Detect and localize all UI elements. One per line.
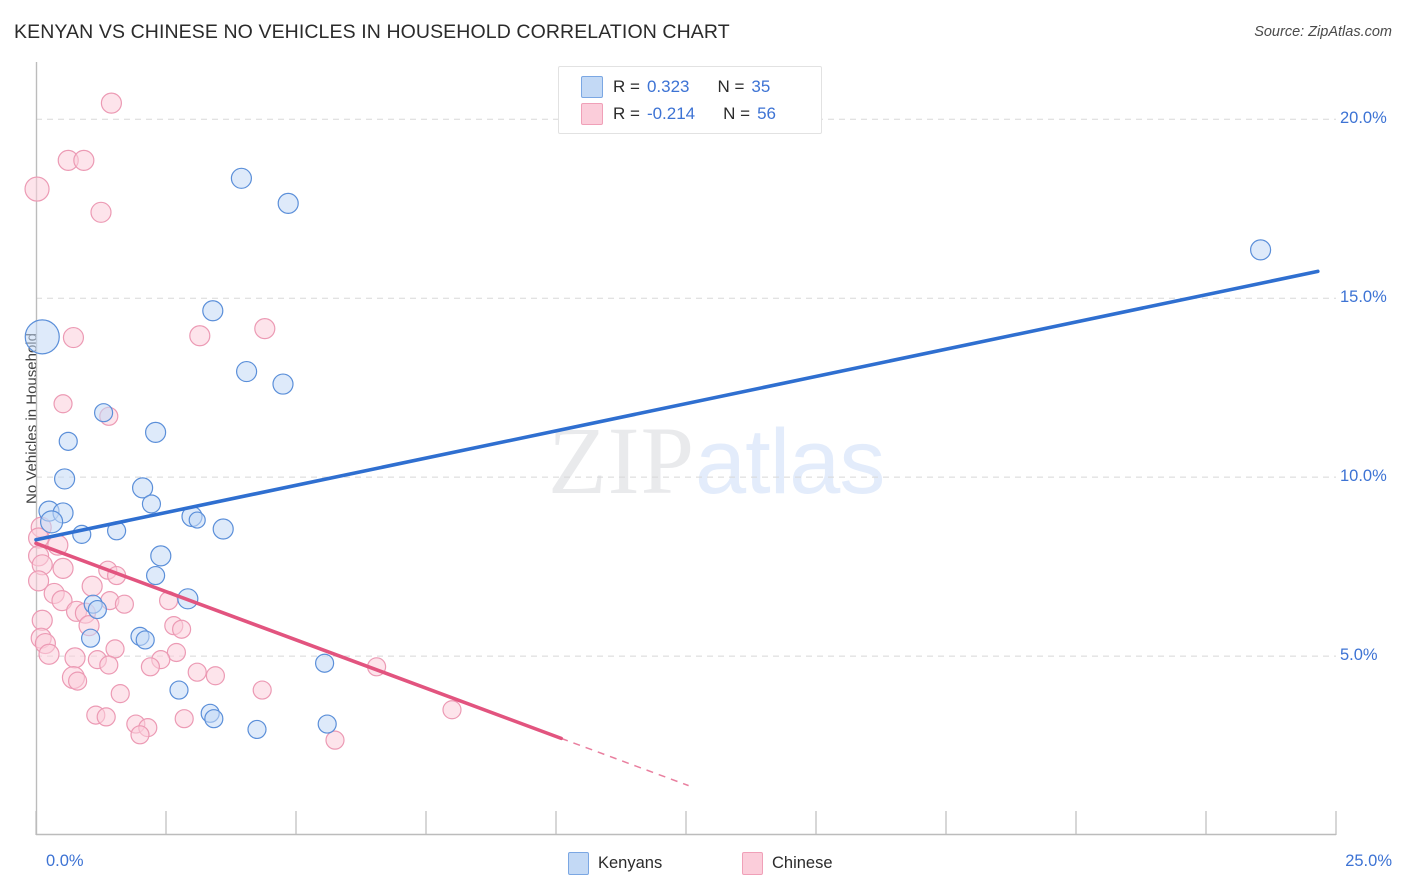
source-attribution: Source: ZipAtlas.com [1254, 24, 1392, 40]
correlation-legend-box: R = 0.323 N = 35 R = -0.214 N = 56 [558, 66, 822, 134]
n-value-pink: 56 [757, 104, 776, 123]
data-point [24, 176, 50, 202]
data-point [99, 655, 119, 675]
legend-swatch-kenyans [568, 852, 589, 875]
data-point [212, 518, 234, 540]
x-tick-label: 0.0% [46, 852, 84, 870]
y-tick-label: 20.0% [1340, 109, 1387, 128]
data-point [87, 599, 107, 620]
scatter-canvas [24, 62, 1337, 836]
legend-swatch-blue [581, 76, 603, 98]
data-point [204, 709, 224, 729]
series-chinese [24, 92, 462, 750]
data-point [96, 707, 116, 727]
data-point [150, 545, 172, 567]
trend-line-extension-chinese [560, 737, 689, 787]
series-kenyans [24, 167, 1272, 740]
data-point [144, 421, 167, 443]
legend-swatch-chinese [742, 852, 763, 875]
r-value-pink: -0.214 [646, 104, 696, 123]
data-point [140, 657, 161, 677]
r-label-blue: R = [613, 77, 640, 96]
trend-line-kenyans [34, 269, 1320, 542]
r-value-blue: 0.323 [646, 77, 690, 96]
data-point [90, 201, 112, 223]
data-point [141, 494, 162, 514]
y-tick-label: 15.0% [1340, 288, 1387, 307]
data-point [80, 628, 101, 648]
y-tick-label: 5.0% [1340, 646, 1378, 665]
data-point [247, 719, 267, 740]
data-point [81, 575, 103, 597]
data-point [62, 326, 85, 349]
data-point [38, 643, 60, 665]
data-point [169, 680, 189, 700]
data-point [135, 630, 155, 650]
data-point [1249, 239, 1272, 261]
data-point [317, 714, 337, 734]
data-point [172, 619, 192, 639]
r-label-pink: R = [613, 104, 640, 123]
plot-area [24, 62, 1337, 836]
data-point [100, 92, 123, 114]
data-point [442, 700, 462, 720]
legend-swatch-pink [581, 103, 603, 125]
data-point [277, 192, 299, 214]
y-tick-label: 10.0% [1340, 467, 1387, 486]
data-point [254, 318, 276, 340]
data-point [315, 653, 335, 673]
correlation-row-kenyans: R = 0.323 N = 35 [581, 73, 770, 101]
data-point [189, 325, 211, 347]
x-tick-label: 25.0% [1345, 852, 1392, 870]
data-point [52, 557, 74, 579]
data-point [93, 403, 114, 423]
data-point [40, 510, 64, 534]
data-point [272, 373, 294, 395]
n-value-blue: 35 [751, 77, 771, 96]
data-point [188, 511, 206, 529]
page-title: KENYAN VS CHINESE NO VEHICLES IN HOUSEHO… [14, 21, 730, 43]
correlation-row-chinese: R = -0.214 N = 56 [581, 100, 776, 128]
correlation-chart: KENYAN VS CHINESE NO VEHICLES IN HOUSEHO… [0, 0, 1406, 892]
data-point [114, 594, 135, 614]
data-point [73, 149, 95, 172]
n-label-pink: N = [723, 104, 751, 123]
legend-label-chinese: Chinese [772, 854, 833, 872]
data-point [145, 565, 166, 586]
data-point [58, 431, 78, 451]
legend-item-chinese[interactable]: Chinese [742, 852, 833, 875]
data-point [325, 730, 345, 750]
data-point [236, 360, 258, 383]
legend-item-kenyans[interactable]: Kenyans [568, 852, 662, 875]
data-point [252, 680, 272, 700]
data-point [67, 671, 88, 691]
legend-label-kenyans: Kenyans [598, 854, 663, 872]
data-point [54, 468, 76, 490]
data-point [174, 709, 194, 729]
data-point [130, 725, 150, 745]
data-point [31, 609, 53, 631]
data-point [230, 167, 252, 189]
data-point [105, 639, 125, 659]
n-label-blue: N = [717, 77, 745, 96]
data-point [110, 684, 130, 704]
data-point [205, 666, 225, 686]
data-point [24, 319, 60, 355]
data-point [53, 394, 73, 414]
data-point [64, 647, 86, 669]
data-point [202, 300, 224, 322]
data-point [187, 662, 207, 682]
